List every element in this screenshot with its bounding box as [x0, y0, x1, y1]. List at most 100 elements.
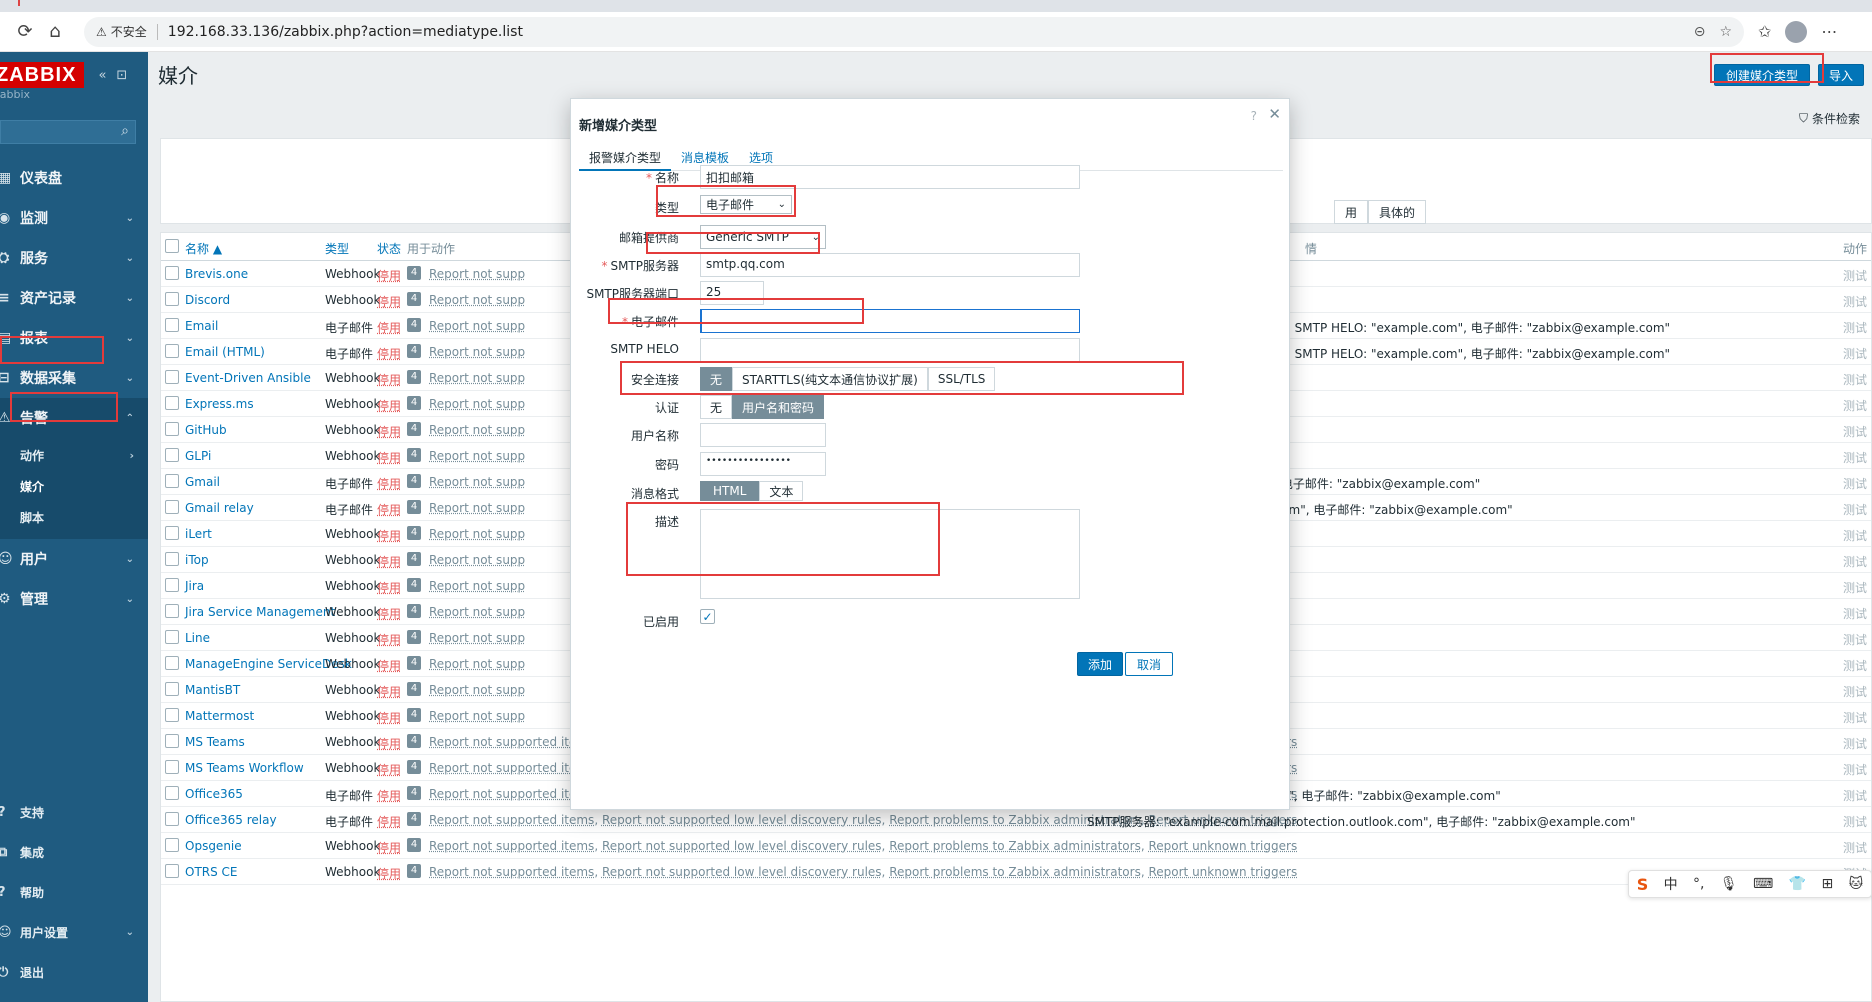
media-type-name-link[interactable]: OTRS CE — [185, 865, 238, 879]
action-link[interactable]: Report not supported items — [429, 839, 594, 853]
media-type-name-link[interactable]: GitHub — [185, 423, 227, 437]
security-none[interactable]: 无 — [700, 367, 733, 391]
status-toggle[interactable]: 停用 — [377, 449, 401, 466]
description-textarea[interactable] — [700, 509, 1080, 599]
read-aloud-icon[interactable]: ⊝ — [1694, 24, 1706, 40]
media-type-name-link[interactable]: MS Teams — [185, 735, 245, 749]
format-text[interactable]: 文本 — [759, 481, 804, 501]
test-link[interactable]: 测试 — [1843, 735, 1867, 752]
status-toggle[interactable]: 停用 — [377, 735, 401, 752]
email-input[interactable] — [700, 309, 1080, 333]
media-type-name-link[interactable]: Gmail — [185, 475, 220, 489]
smtp-helo-input[interactable] — [700, 338, 1080, 362]
test-link[interactable]: 测试 — [1843, 631, 1867, 648]
test-link[interactable]: 测试 — [1843, 267, 1867, 284]
action-link[interactable]: Report not supp — [429, 709, 525, 723]
chinese-mode-icon[interactable]: 中 — [1664, 874, 1678, 894]
security-starttls[interactable]: STARTTLS(纯文本通信协议扩展) — [732, 367, 928, 391]
menu-signout[interactable]: ⏻ 退出 — [0, 952, 148, 992]
row-checkbox[interactable] — [165, 630, 179, 644]
menu-support[interactable]: ?支持 — [0, 792, 148, 832]
test-link[interactable]: 测试 — [1843, 371, 1867, 388]
status-toggle[interactable]: 停用 — [377, 345, 401, 362]
status-toggle[interactable]: 停用 — [377, 761, 401, 778]
tab-media-type[interactable]: 报警媒介类型 — [579, 149, 672, 171]
status-toggle[interactable]: 停用 — [377, 319, 401, 336]
add-button[interactable]: 添加 — [1077, 652, 1123, 676]
row-checkbox[interactable] — [165, 396, 179, 410]
type-select[interactable]: 电子邮件 ⌄ — [700, 195, 792, 214]
status-toggle[interactable]: 停用 — [377, 657, 401, 674]
status-toggle[interactable]: 停用 — [377, 683, 401, 700]
mascot-icon[interactable]: 🐱 — [1849, 876, 1864, 892]
kiosk-icon[interactable]: ⊡ — [116, 68, 127, 83]
zabbix-logo[interactable]: ZABBIX — [0, 62, 85, 88]
action-link[interactable]: Report unknown triggers — [1148, 839, 1297, 853]
media-type-name-link[interactable]: Discord — [185, 293, 230, 307]
media-type-name-link[interactable]: Gmail relay — [185, 501, 254, 515]
media-type-name-link[interactable]: Jira Service Management — [185, 605, 335, 619]
cancel-button[interactable]: 取消 — [1125, 652, 1173, 676]
punctuation-icon[interactable]: °, — [1693, 876, 1704, 892]
test-link[interactable]: 测试 — [1843, 501, 1867, 518]
submenu-actions[interactable]: 动作 › — [0, 440, 148, 471]
sidebar-search-input[interactable]: ⌕ — [0, 120, 136, 144]
row-checkbox[interactable] — [165, 422, 179, 436]
test-link[interactable]: 测试 — [1843, 423, 1867, 440]
import-button[interactable]: 导入 — [1818, 64, 1864, 86]
media-type-name-link[interactable]: Email — [185, 319, 218, 333]
security-warning[interactable]: ⚠ 不安全 — [96, 23, 147, 40]
test-link[interactable]: 测试 — [1843, 605, 1867, 622]
submenu-media[interactable]: 媒介 — [0, 471, 148, 502]
menu-user-settings[interactable]: ☺ 用户设置 ⌄ — [0, 912, 148, 952]
action-link[interactable]: Report not supp — [429, 345, 525, 359]
col-status[interactable]: 状态 — [377, 240, 401, 257]
menu-inventory[interactable]: ≡ 资产记录 ⌄ — [0, 278, 148, 318]
media-type-name-link[interactable]: iLert — [185, 527, 212, 541]
media-type-name-link[interactable]: Opsgenie — [185, 839, 242, 853]
favorites-icon[interactable]: ✩ — [1758, 22, 1771, 41]
collapse-icon[interactable]: « — [98, 68, 106, 83]
test-link[interactable]: 测试 — [1843, 293, 1867, 310]
media-type-name-link[interactable]: MS Teams Workflow — [185, 761, 304, 775]
action-link[interactable]: Report not supported low level discovery… — [602, 813, 882, 827]
action-link[interactable]: Report not supp — [429, 423, 525, 437]
action-link[interactable]: Report not supported items — [429, 865, 594, 879]
row-checkbox[interactable] — [165, 578, 179, 592]
status-toggle[interactable]: 停用 — [377, 553, 401, 570]
security-ssl-tls[interactable]: SSL/TLS — [927, 367, 996, 391]
media-type-name-link[interactable]: Email (HTML) — [185, 345, 265, 359]
select-all-checkbox[interactable] — [165, 239, 179, 253]
enabled-checkbox[interactable]: ✓ — [700, 609, 715, 624]
row-checkbox[interactable] — [165, 318, 179, 332]
status-toggle[interactable]: 停用 — [377, 579, 401, 596]
row-checkbox[interactable] — [165, 370, 179, 384]
toolbox-icon[interactable]: ⊞ — [1821, 876, 1833, 892]
keyboard-icon[interactable]: ⌨ — [1753, 876, 1773, 892]
row-checkbox[interactable] — [165, 812, 179, 826]
test-link[interactable]: 测试 — [1843, 657, 1867, 674]
action-link[interactable]: Report problems to Zabbix administrators — [889, 839, 1141, 853]
media-type-name-link[interactable]: Line — [185, 631, 210, 645]
more-icon[interactable]: ⋯ — [1821, 22, 1837, 41]
submenu-scripts[interactable]: 脚本 — [0, 502, 148, 533]
status-toggle[interactable]: 停用 — [377, 423, 401, 440]
media-type-name-link[interactable]: MantisBT — [185, 683, 240, 697]
test-link[interactable]: 测试 — [1843, 683, 1867, 700]
test-link[interactable]: 测试 — [1843, 761, 1867, 778]
test-link[interactable]: 测试 — [1843, 553, 1867, 570]
action-link[interactable]: Report not supp — [429, 657, 525, 671]
row-checkbox[interactable] — [165, 500, 179, 514]
home-icon[interactable]: ⌂ — [40, 17, 70, 47]
status-toggle[interactable]: 停用 — [377, 787, 401, 804]
action-link[interactable]: Report not supp — [429, 683, 525, 697]
test-link[interactable]: 测试 — [1843, 475, 1867, 492]
skin-icon[interactable]: 👕 — [1789, 876, 1806, 892]
filter-segment-used[interactable]: 用 — [1333, 200, 1368, 224]
row-checkbox[interactable] — [165, 292, 179, 306]
menu-monitoring[interactable]: ◉ 监测 ⌄ — [0, 198, 148, 238]
action-link[interactable]: Report not supp — [429, 397, 525, 411]
status-toggle[interactable]: 停用 — [377, 709, 401, 726]
status-toggle[interactable]: 停用 — [377, 813, 401, 830]
status-toggle[interactable]: 停用 — [377, 605, 401, 622]
